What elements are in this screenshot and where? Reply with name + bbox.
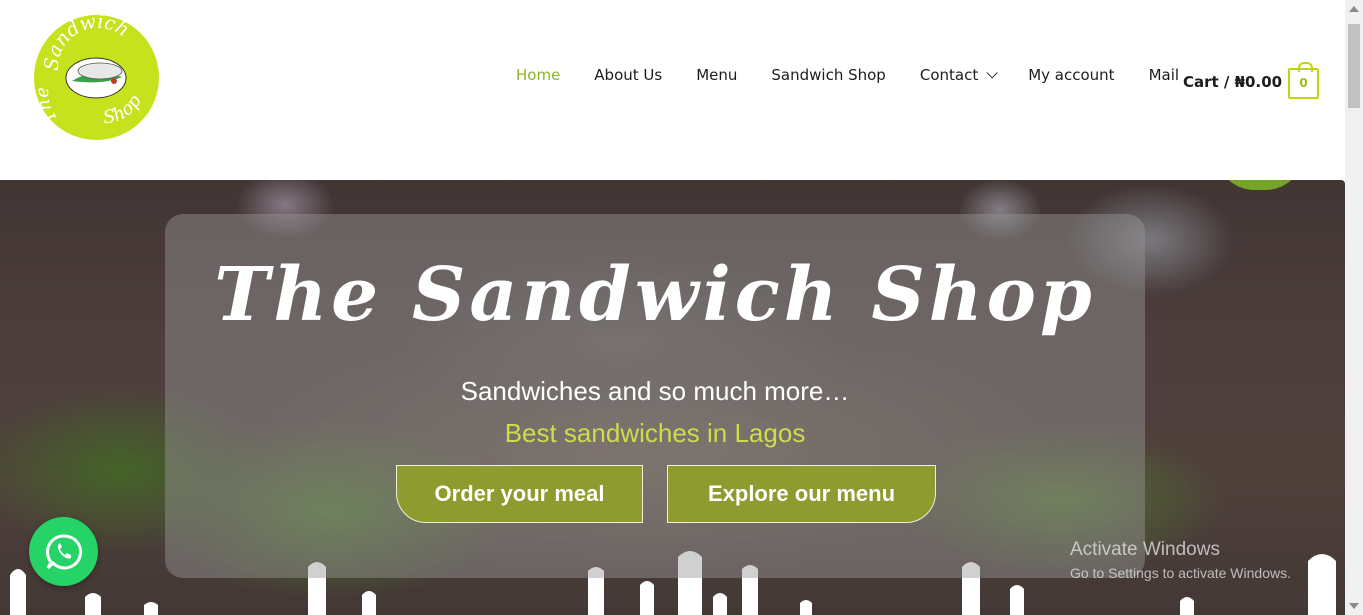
hero-title: The Sandwich Shop (214, 252, 1096, 338)
nav-item-mail[interactable]: Mail (1149, 66, 1179, 84)
hero-tagline: Best sandwiches in Lagos (504, 418, 806, 448)
hero-subtitle: Sandwiches and so much more… (460, 376, 850, 406)
nav-label: Mail (1148, 66, 1180, 84)
nav-label: Contact (919, 66, 979, 84)
logo-text-left: The (34, 87, 62, 128)
cart-total: Cart / ₦0.00 (1183, 72, 1283, 91)
main-nav: Home About Us Menu Sandwich Shop Contact… (516, 66, 1213, 84)
nav-label: Home (516, 66, 561, 84)
nav-label: My account (1028, 66, 1115, 84)
scroll-down-arrow-icon[interactable] (1349, 603, 1359, 609)
chevron-down-icon (986, 67, 998, 79)
hero-content-box: The Sandwich Shop Sandwiches and so much… (165, 214, 1145, 578)
hero-banner: The Sandwich Shop Sandwiches and so much… (0, 180, 1345, 615)
whatsapp-chat-button[interactable] (29, 517, 98, 586)
nav-item-my-account[interactable]: My account (1028, 66, 1114, 84)
nav-item-contact[interactable]: Contact (919, 66, 998, 84)
site-logo[interactable]: Sandwich The Shop (34, 15, 159, 140)
nav-label: Menu (696, 66, 738, 84)
shopping-bag-icon[interactable]: 0 (1288, 62, 1320, 99)
cart-count-badge: 0 (1299, 76, 1308, 90)
scroll-up-arrow-icon[interactable] (1349, 6, 1359, 12)
logo-graphic: Sandwich The Shop (34, 15, 146, 128)
page-scrollbar[interactable] (1345, 0, 1363, 615)
order-meal-button[interactable]: Order your meal (396, 465, 643, 523)
explore-menu-button[interactable]: Explore our menu (667, 465, 936, 523)
nav-item-sandwich-shop[interactable]: Sandwich Shop (771, 66, 885, 84)
cart-link[interactable]: Cart / ₦0.00 0 (1183, 62, 1320, 99)
site-header: Sandwich The Shop Home About Us Menu San… (0, 0, 1345, 180)
nav-label: Sandwich Shop (771, 66, 886, 84)
svg-text:The: The (34, 87, 62, 128)
nav-label: About Us (594, 66, 663, 84)
nav-item-about-us[interactable]: About Us (594, 66, 662, 84)
scroll-thumb[interactable] (1348, 24, 1360, 108)
nav-item-menu[interactable]: Menu (696, 66, 737, 84)
whatsapp-icon (45, 533, 82, 569)
nav-item-home[interactable]: Home (516, 66, 560, 84)
